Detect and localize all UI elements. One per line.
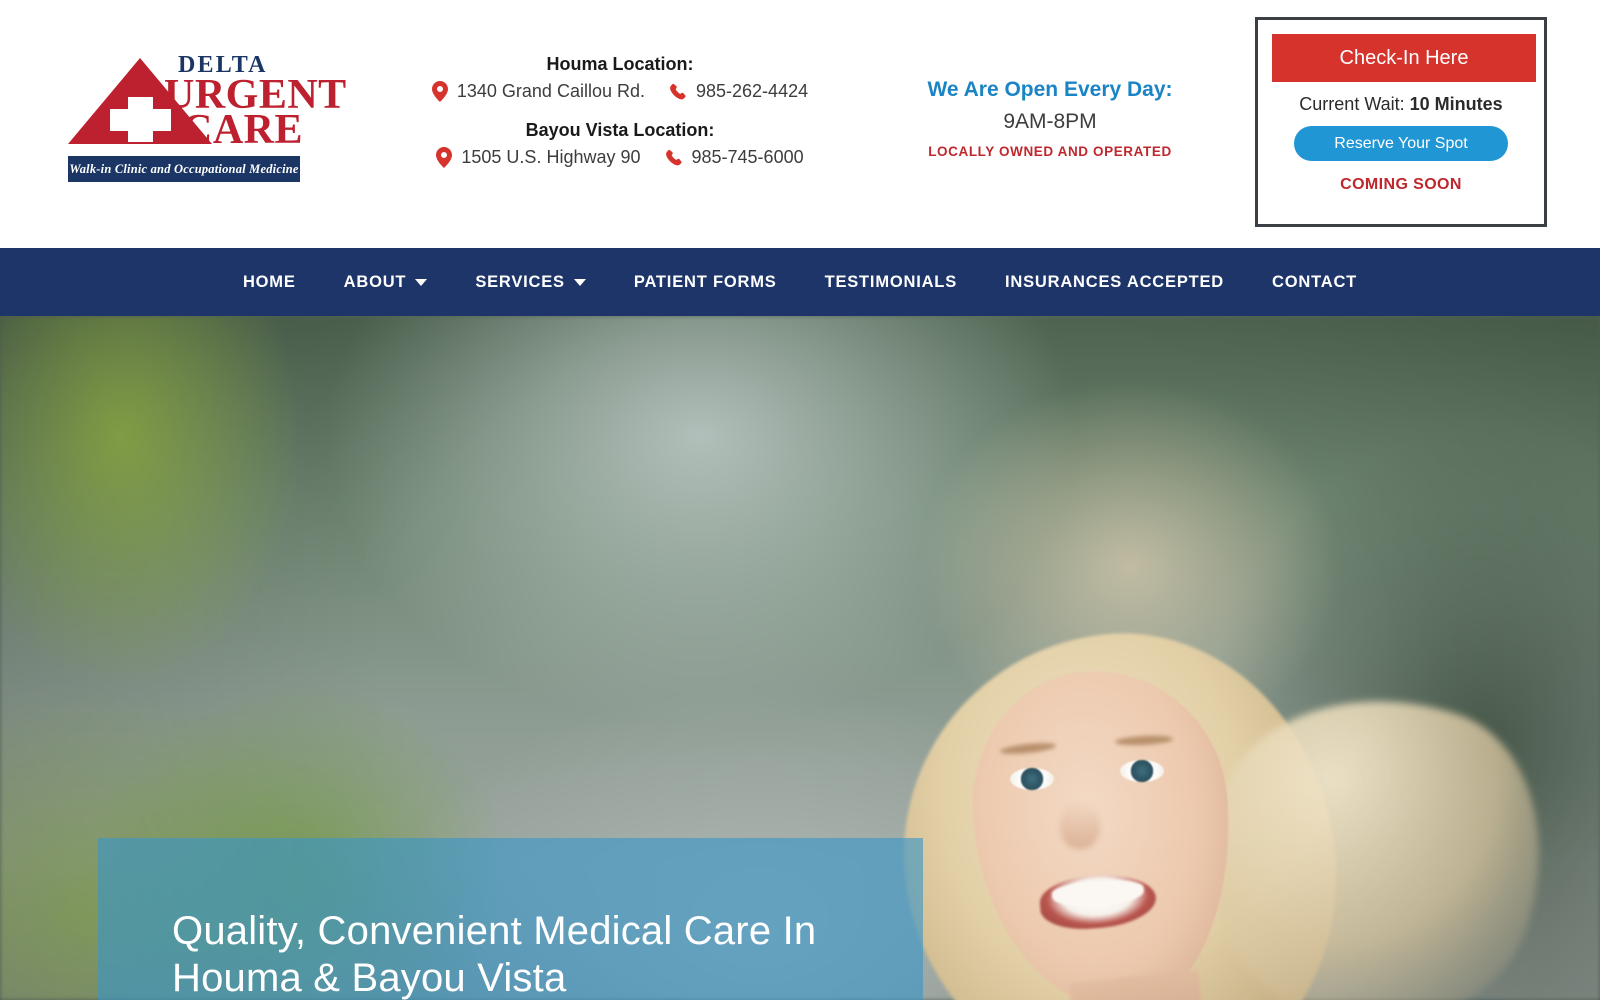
- locally-owned-note: LOCALLY OWNED AND OPERATED: [928, 144, 1172, 159]
- nav-label: SERVICES: [475, 272, 565, 291]
- nav-item-patient-forms[interactable]: PATIENT FORMS: [610, 273, 801, 292]
- check-in-here-button[interactable]: Check-In Here: [1272, 34, 1536, 82]
- current-wait-label: Current Wait:: [1299, 94, 1410, 114]
- nav-label: HOME: [242, 272, 296, 291]
- map-pin-icon: [431, 81, 448, 102]
- medical-cross-icon-bar: [110, 109, 171, 131]
- site-logo[interactable]: DELTA URGENT CARE Walk-in Clinic and Occ…: [68, 52, 346, 182]
- houma-phone[interactable]: 985-262-4424: [696, 81, 808, 102]
- chevron-down-icon: [415, 278, 428, 286]
- coming-soon-badge: COMING SOON: [1340, 176, 1462, 193]
- nav-item-services[interactable]: SERVICES: [451, 273, 610, 292]
- houma-location-title: Houma Location:: [546, 54, 694, 74]
- hero-heading: Quality, Convenient Medical Care In Houm…: [172, 909, 817, 1000]
- current-wait-value: 10 Minutes: [1409, 94, 1503, 114]
- logo-graphic: DELTA URGENT CARE: [68, 52, 346, 151]
- nav-label: PATIENT FORMS: [633, 272, 777, 291]
- bayou-vista-location-line: 1505 U.S. Highway 90 985-745-6000: [420, 147, 820, 168]
- nav-item-testimonials[interactable]: TESTIMONIALS: [801, 273, 981, 292]
- site-header: DELTA URGENT CARE Walk-in Clinic and Occ…: [0, 0, 1600, 248]
- main-navigation: HOME ABOUT SERVICES PATIENT FORMS TESTIM…: [0, 248, 1600, 316]
- logo-text-care: CARE: [182, 107, 304, 153]
- phone-icon: [665, 149, 683, 167]
- bayou-vista-phone[interactable]: 985-745-6000: [692, 147, 804, 168]
- chevron-down-icon: [573, 278, 586, 286]
- nav-item-insurances-accepted[interactable]: INSURANCES ACCEPTED: [981, 273, 1248, 292]
- hero-overlay-panel: Quality, Convenient Medical Care In Houm…: [98, 838, 923, 1000]
- nav-label: CONTACT: [1272, 272, 1358, 291]
- hours-title: We Are Open Every Day:: [927, 78, 1173, 101]
- phone-icon: [669, 83, 687, 101]
- current-wait-status: Current Wait: 10 Minutes: [1272, 94, 1530, 115]
- nav-item-contact[interactable]: CONTACT: [1248, 273, 1381, 292]
- checkin-box: Check-In Here Current Wait: 10 Minutes R…: [1255, 17, 1547, 227]
- nav-label: ABOUT: [343, 272, 407, 291]
- nav-item-about[interactable]: ABOUT: [320, 273, 452, 292]
- nav-label: INSURANCES ACCEPTED: [1005, 272, 1225, 291]
- nav-label: TESTIMONIALS: [824, 272, 957, 291]
- logo-tagline: Walk-in Clinic and Occupational Medicine: [68, 156, 300, 182]
- bayou-vista-location-title: Bayou Vista Location:: [525, 120, 715, 140]
- reserve-your-spot-button[interactable]: Reserve Your Spot: [1294, 126, 1508, 161]
- bayou-vista-address[interactable]: 1505 U.S. Highway 90: [461, 147, 640, 168]
- locations-block: Houma Location: 1340 Grand Caillou Rd. 9…: [420, 54, 820, 186]
- houma-address[interactable]: 1340 Grand Caillou Rd.: [457, 81, 645, 102]
- hours-block: We Are Open Every Day: 9AM-8PM LOCALLY O…: [880, 78, 1220, 159]
- hours-time: 9AM-8PM: [1003, 110, 1097, 133]
- nav-item-home[interactable]: HOME: [219, 273, 320, 292]
- hero-section: Quality, Convenient Medical Care In Houm…: [0, 316, 1600, 1000]
- houma-location-line: 1340 Grand Caillou Rd. 985-262-4424: [420, 81, 820, 102]
- map-pin-icon: [436, 147, 453, 168]
